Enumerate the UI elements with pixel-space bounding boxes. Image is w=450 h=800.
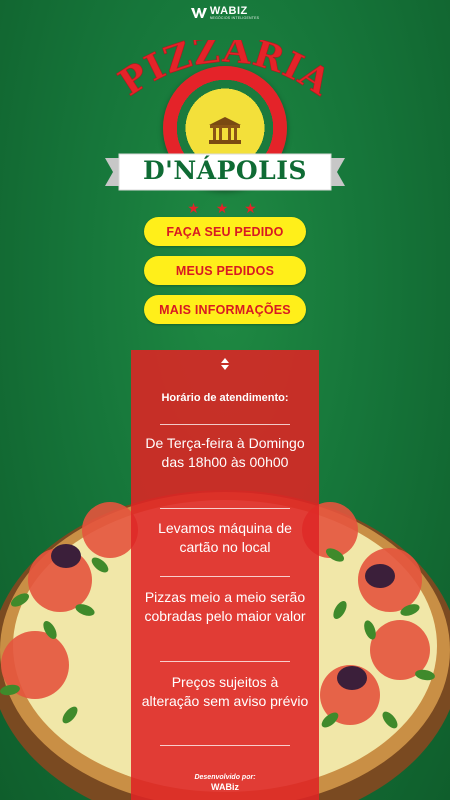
brand-tagline: NEGÓCIOS INTELIGENTES [209,15,260,20]
card-payment-text: Levamos máquina de cartão no local [158,520,292,555]
prices-text: Preços sujeitos à alteração sem aviso pr… [141,674,309,709]
hours-text: De Terça-feira à Domingo das 18h00 às 00… [145,435,305,470]
logo-name: D'NÁPOLIS [143,156,307,185]
wabiz-brand: WABIZ NEGÓCIOS INTELIGENTES [0,4,450,22]
temple-icon [209,117,241,144]
more-info-button[interactable]: MAIS INFORMAÇÕES [144,295,306,324]
logo-title: PIZZARIA [111,40,338,105]
divider [160,661,290,662]
logo-stars: ★ ★ ★ [187,200,263,216]
divider [160,424,290,425]
developer-credit: Desenvolvido por: WABiz [131,774,319,792]
up-down-arrows-icon[interactable] [219,356,231,372]
half-pizza-text: Pizzas meio a meio serão cobradas pelo m… [144,589,306,624]
restaurant-logo: PIZZARIA D'NÁPOLIS ★ ★ ★ [105,40,345,216]
divider [160,576,290,577]
developer-name[interactable]: WABiz [131,782,319,792]
divider [160,745,290,746]
hours-title: Horário de atendimento: [161,392,289,404]
svg-text:PIZZARIA: PIZZARIA [111,40,338,104]
developed-by-label: Desenvolvido por: [194,774,256,781]
logo-title-text: PIZZARIA [111,40,338,105]
divider [160,508,290,509]
my-orders-button[interactable]: MEUS PEDIDOS [144,256,306,285]
order-button[interactable]: FAÇA SEU PEDIDO [144,217,306,246]
wabiz-logo-icon [190,8,207,18]
logo-banner: D'NÁPOLIS [105,152,345,192]
info-panel: Horário de atendimento: De Terça-feira à… [131,350,319,800]
